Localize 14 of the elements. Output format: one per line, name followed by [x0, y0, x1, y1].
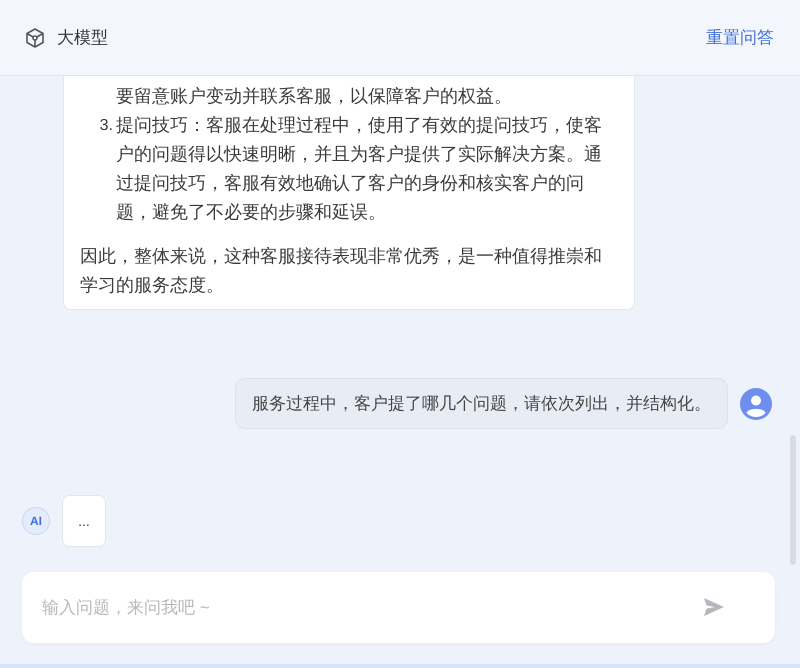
ai-avatar: AI: [22, 507, 50, 535]
answer-text: 要留意账户变动并联系客服，以保障客户的权益。: [115, 85, 513, 108]
list-number: 3.: [98, 116, 114, 136]
reset-link[interactable]: 重置问答: [706, 26, 774, 49]
send-icon[interactable]: [703, 597, 725, 617]
question-input[interactable]: 输入问题，来问我吧 ~: [22, 572, 775, 643]
app-title: 大模型: [57, 27, 109, 49]
answer-text: 提问技巧：客服在处理过程中，使用了有效的提问技巧，使客户的问题得以快速明晰，并且为客户提供了实际解决方案。通过提问技巧，客服有效地确认了客户的身份和核实客户的问题，避免了不必要的步骤和延误。: [116, 114, 603, 224]
question-bubble: 服务过程中，客户提了哪几个问题，请依次列出，并结构化。: [235, 378, 728, 429]
answer-text: 因此，整体来说，这种客服接待表现非常优秀，是一种值得推崇和学习的服务态度。: [80, 245, 603, 297]
cube-icon: [23, 26, 47, 50]
scrollbar[interactable]: [790, 435, 796, 565]
loading-bubble: ...: [62, 495, 106, 547]
user-avatar-icon: [740, 388, 772, 420]
